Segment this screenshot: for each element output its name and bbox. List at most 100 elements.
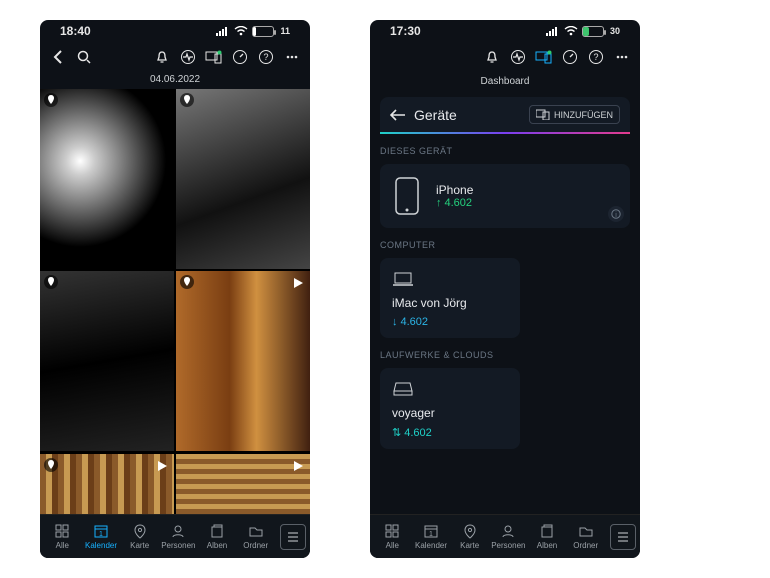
- play-icon: [292, 460, 304, 472]
- tab-alben[interactable]: Alben: [199, 523, 236, 550]
- wifi-icon: [564, 26, 578, 36]
- photo-thumb[interactable]: [40, 454, 174, 514]
- battery-icon: [582, 26, 604, 37]
- kalender-icon: 1: [423, 523, 439, 539]
- status-right: 30: [546, 26, 620, 37]
- tab-kalender[interactable]: 1 Kalender: [83, 523, 120, 550]
- kalender-icon: 1: [93, 523, 109, 539]
- activity-icon[interactable]: [178, 47, 198, 67]
- tab-ordner[interactable]: Ordner: [237, 523, 274, 550]
- back-arrow-icon[interactable]: [390, 109, 406, 121]
- battery-pct: 30: [610, 26, 620, 36]
- devices-icon[interactable]: [204, 47, 224, 67]
- tab-label: Personen: [491, 541, 525, 550]
- tab-karte[interactable]: Karte: [121, 523, 158, 550]
- tab-kalender[interactable]: 1Kalender: [413, 523, 450, 550]
- search-icon[interactable]: [74, 47, 94, 67]
- drive-icon: [392, 378, 414, 400]
- photo-thumb[interactable]: [176, 271, 310, 451]
- activity-icon[interactable]: [508, 47, 528, 67]
- battery-icon: [252, 26, 274, 37]
- tab-alle[interactable]: Alle: [44, 523, 81, 550]
- laptop-icon: [392, 268, 414, 290]
- toolbar: ?: [370, 42, 640, 72]
- svg-text:1: 1: [429, 531, 433, 538]
- tab-bar: Alle 1Kalender Karte Personen Alben Ordner: [370, 514, 640, 558]
- phone-icon: [390, 174, 424, 218]
- content: Geräte HINZUFÜGEN DIESES GERÄT iPhone ↑4…: [370, 91, 640, 514]
- karte-icon: [462, 523, 478, 539]
- gauge-icon[interactable]: [230, 47, 250, 67]
- photo-thumb[interactable]: [176, 89, 310, 269]
- list-toggle-button[interactable]: [610, 524, 636, 550]
- help-icon[interactable]: ?: [586, 47, 606, 67]
- sync-arrow-icon: ⇅: [392, 426, 401, 439]
- bell-icon[interactable]: [152, 47, 172, 67]
- tab-label: Alle: [56, 541, 69, 550]
- status-bar: 17:30 30: [370, 20, 640, 42]
- more-icon[interactable]: [282, 47, 302, 67]
- add-device-button[interactable]: HINZUFÜGEN: [529, 105, 620, 124]
- device-card-voyager[interactable]: voyager ⇅4.602: [380, 368, 520, 449]
- photo-thumb[interactable]: [176, 454, 310, 514]
- gauge-icon[interactable]: [560, 47, 580, 67]
- bell-icon[interactable]: [482, 47, 502, 67]
- alle-icon: [54, 523, 70, 539]
- tab-label: Karte: [460, 541, 479, 550]
- tab-label: Ordner: [573, 541, 598, 550]
- panel-header: Geräte HINZUFÜGEN: [380, 97, 630, 134]
- status-time: 18:40: [60, 24, 91, 38]
- device-count: ⇅4.602: [392, 426, 432, 439]
- location-pin-icon: [44, 275, 58, 289]
- location-pin-icon: [44, 458, 58, 472]
- play-icon: [292, 277, 304, 289]
- back-icon[interactable]: [48, 47, 68, 67]
- photo-thumb[interactable]: [40, 271, 174, 451]
- wifi-icon: [234, 26, 248, 36]
- ordner-icon: [578, 523, 594, 539]
- phone-left: 18:40 11 ? 04.06.2022 Alle 1 Kalender Karte…: [40, 20, 310, 558]
- devices-icon[interactable]: [534, 47, 554, 67]
- page-subtitle: Dashboard: [370, 72, 640, 91]
- date-header: 04.06.2022: [40, 72, 310, 89]
- status-time: 17:30: [390, 24, 421, 38]
- play-icon: [156, 460, 168, 472]
- tab-alle[interactable]: Alle: [374, 523, 411, 550]
- tab-label: Karte: [130, 541, 149, 550]
- location-pin-icon: [180, 275, 194, 289]
- personen-icon: [500, 523, 516, 539]
- panel-title: Geräte: [414, 107, 457, 123]
- toolbar: ?: [40, 42, 310, 72]
- tab-personen[interactable]: Personen: [490, 523, 527, 550]
- info-icon[interactable]: i: [608, 206, 624, 222]
- status-right: 11: [216, 26, 290, 37]
- alle-icon: [384, 523, 400, 539]
- signal-icon: [216, 26, 230, 36]
- section-drives-label: LAUFWERKE & CLOUDS: [380, 350, 630, 360]
- photo-thumb[interactable]: [40, 89, 174, 269]
- photo-grid[interactable]: [40, 89, 310, 514]
- help-icon[interactable]: ?: [256, 47, 276, 67]
- ordner-icon: [248, 523, 264, 539]
- svg-text:?: ?: [263, 52, 268, 62]
- down-arrow-icon: ↓: [392, 316, 398, 328]
- tab-label: Kalender: [85, 541, 117, 550]
- status-bar: 18:40 11: [40, 20, 310, 42]
- signal-icon: [546, 26, 560, 36]
- tab-alben[interactable]: Alben: [529, 523, 566, 550]
- tab-label: Alben: [207, 541, 227, 550]
- device-card-imac[interactable]: iMac von Jörg ↓4.602: [380, 258, 520, 338]
- tab-karte[interactable]: Karte: [451, 523, 488, 550]
- list-toggle-button[interactable]: [280, 524, 306, 550]
- tab-ordner[interactable]: Ordner: [567, 523, 604, 550]
- svg-text:?: ?: [593, 52, 598, 62]
- personen-icon: [170, 523, 186, 539]
- tab-label: Alben: [537, 541, 557, 550]
- location-pin-icon: [44, 93, 58, 107]
- tab-personen[interactable]: Personen: [160, 523, 197, 550]
- tab-label: Ordner: [243, 541, 268, 550]
- device-card-iphone[interactable]: iPhone ↑4.602 i: [380, 164, 630, 228]
- tab-label: Alle: [386, 541, 399, 550]
- section-this-device-label: DIESES GERÄT: [380, 146, 630, 156]
- more-icon[interactable]: [612, 47, 632, 67]
